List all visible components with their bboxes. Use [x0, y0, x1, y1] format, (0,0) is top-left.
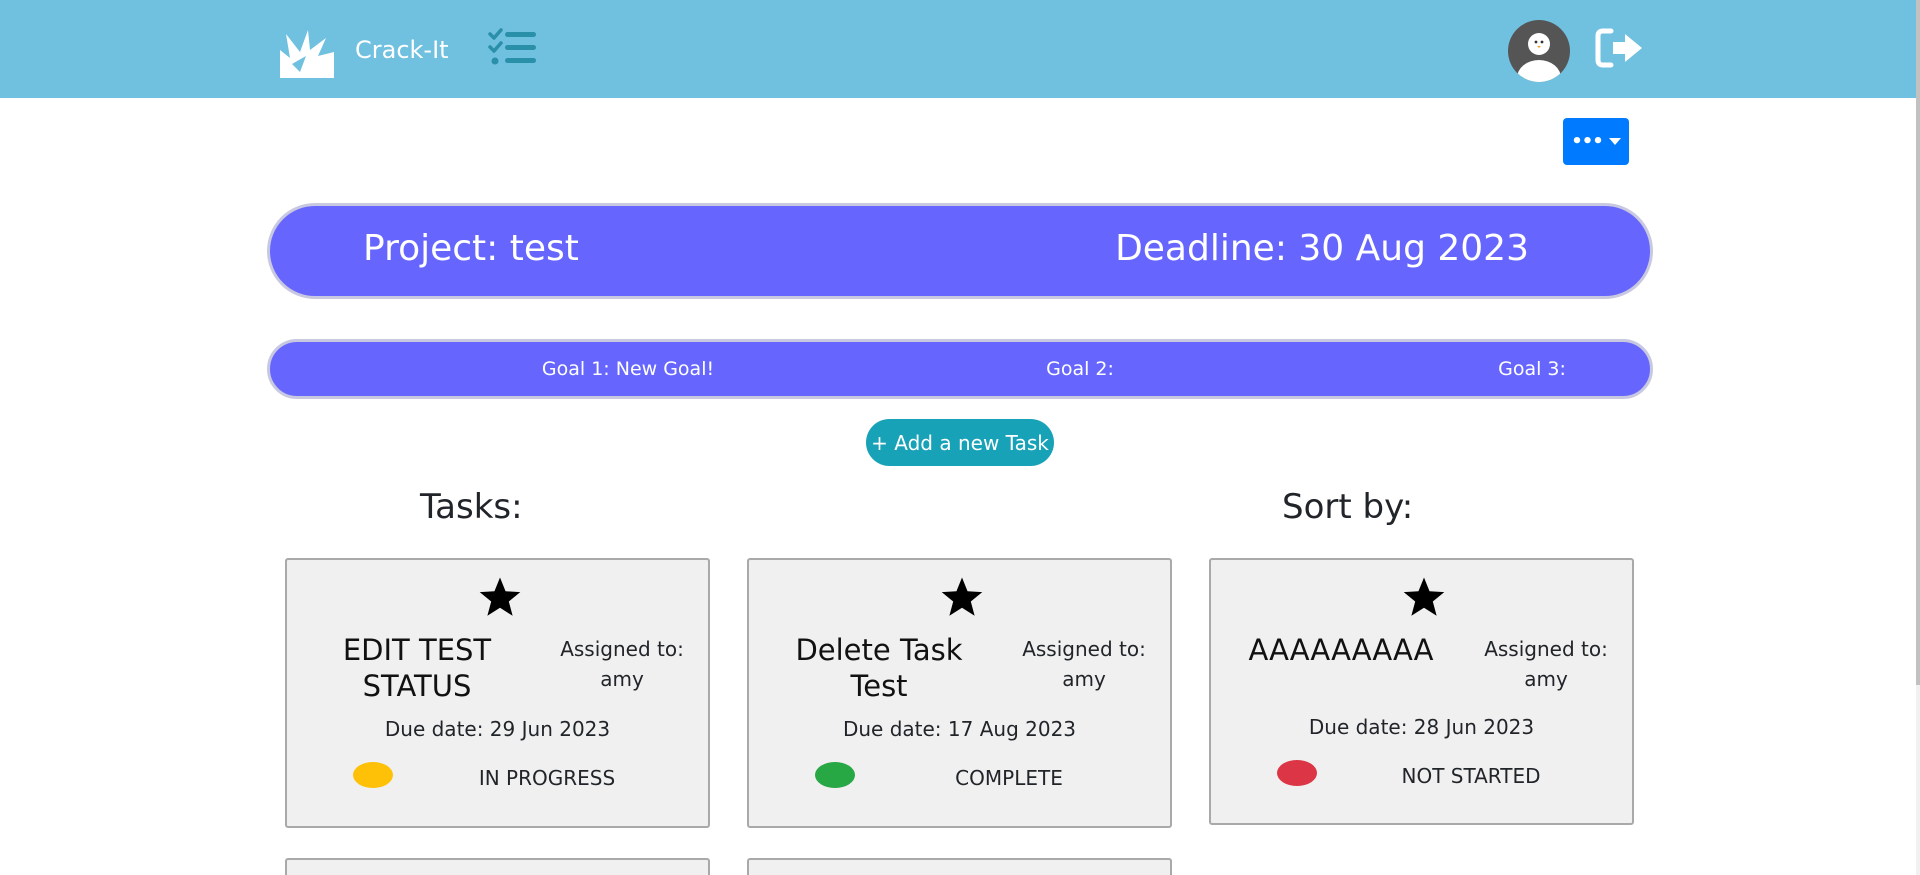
checklist-icon[interactable]	[488, 28, 538, 68]
project-banner: Project: test Deadline: 30 Aug 2023	[267, 203, 1653, 299]
status-indicator	[815, 762, 855, 788]
task-status: IN PROGRESS	[478, 766, 616, 790]
scroll-thumb[interactable]	[1916, 0, 1920, 685]
more-options-dropdown-button[interactable]: •••	[1563, 118, 1629, 165]
task-assignment: Assigned to: amy	[1019, 634, 1149, 694]
ellipsis-icon: •••	[1571, 130, 1604, 152]
crack-logo-icon[interactable]	[278, 28, 334, 80]
scrollbar[interactable]	[1916, 0, 1920, 875]
goal-2[interactable]: Goal 2:	[930, 358, 1230, 380]
task-due-date: Due date: 17 Aug 2023	[842, 717, 1077, 741]
task-due-date: Due date: 28 Jun 2023	[1308, 715, 1535, 739]
brand-name[interactable]: Crack-It	[355, 36, 449, 64]
task-assignee: amy	[1524, 667, 1568, 691]
assigned-label: Assigned to:	[560, 637, 684, 661]
task-title: AAAAAAAAA	[1248, 633, 1434, 667]
task-assignment: Assigned to: amy	[557, 634, 687, 694]
task-card[interactable]: AAAAAAAAA Assigned to: amy Due date: 28 …	[1209, 558, 1634, 825]
project-name: Project: test	[363, 228, 579, 269]
task-status: COMPLETE	[955, 766, 1063, 790]
star-icon[interactable]	[939, 576, 985, 620]
goal-3[interactable]: Goal 3:	[1382, 358, 1682, 380]
project-deadline: Deadline: 30 Aug 2023	[1115, 228, 1529, 269]
status-indicator	[1277, 760, 1317, 786]
task-title: Delete Task Test	[795, 633, 963, 703]
top-navbar: Crack-It	[0, 0, 1920, 98]
star-icon[interactable]	[477, 576, 523, 620]
task-status: NOT STARTED	[1401, 764, 1541, 788]
task-card[interactable]: EDIT TEST STATUS Assigned to: amy Due da…	[285, 558, 710, 828]
avatar-icon[interactable]	[1508, 20, 1570, 82]
task-card[interactable]: Delete Task Test Assigned to: amy Due da…	[747, 558, 1172, 828]
caret-down-icon	[1608, 138, 1621, 145]
task-due-date: Due date: 29 Jun 2023	[384, 717, 611, 741]
task-card[interactable]	[747, 858, 1172, 875]
sort-by-heading[interactable]: Sort by:	[1282, 487, 1413, 527]
assigned-label: Assigned to:	[1484, 637, 1608, 661]
assigned-label: Assigned to:	[1022, 637, 1146, 661]
add-task-button[interactable]: + Add a new Task	[866, 419, 1054, 466]
logout-icon[interactable]	[1595, 27, 1645, 69]
task-assignee: amy	[600, 667, 644, 691]
task-assignment: Assigned to: amy	[1481, 634, 1611, 694]
task-card[interactable]	[285, 858, 710, 875]
star-icon[interactable]	[1401, 576, 1447, 620]
tasks-heading: Tasks:	[420, 487, 523, 527]
task-assignee: amy	[1062, 667, 1106, 691]
goals-banner: Goal 1: New Goal! Goal 2: Goal 3:	[267, 339, 1653, 399]
status-indicator	[353, 762, 393, 788]
goal-1[interactable]: Goal 1: New Goal!	[478, 358, 778, 380]
task-title: EDIT TEST STATUS	[342, 633, 492, 703]
